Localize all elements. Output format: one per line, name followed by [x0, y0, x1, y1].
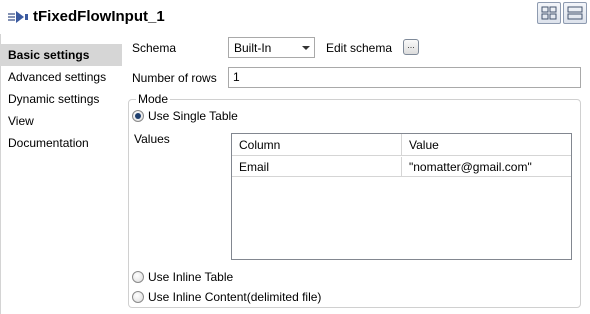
table-row[interactable]: Email "nomatter@gmail.com"	[232, 157, 571, 177]
mode-label: Mode	[136, 92, 171, 106]
table-header: Column Value	[232, 134, 571, 156]
column-header-column[interactable]: Column	[232, 134, 402, 156]
table-cell-value[interactable]: "nomatter@gmail.com"	[402, 157, 571, 177]
edit-schema-label: Edit schema	[326, 41, 393, 55]
use-inline-table-label[interactable]: Use Inline Table	[148, 270, 233, 284]
values-table[interactable]: Column Value Email "nomatter@gmail.com"	[231, 133, 572, 260]
component-title: tFixedFlowInput_1	[33, 8, 165, 25]
schema-select[interactable]: Built-In	[228, 37, 315, 58]
chevron-down-icon	[302, 46, 310, 50]
use-single-table-label[interactable]: Use Single Table	[148, 109, 238, 123]
schema-label: Schema	[132, 41, 177, 55]
use-inline-content-label[interactable]: Use Inline Content(delimited file)	[148, 290, 321, 304]
settings-sidebar: Basic settings Advanced settings Dynamic…	[0, 44, 122, 154]
sidebar-item-view[interactable]: View	[0, 110, 122, 132]
sidebar-item-documentation[interactable]: Documentation	[0, 132, 122, 154]
sidebar-item-advanced-settings[interactable]: Advanced settings	[0, 66, 122, 88]
flow-input-icon	[6, 8, 30, 26]
table-cell-column[interactable]: Email	[232, 157, 402, 177]
column-header-value[interactable]: Value	[402, 134, 571, 156]
sidebar-item-dynamic-settings[interactable]: Dynamic settings	[0, 88, 122, 110]
grid-view-button[interactable]	[537, 2, 561, 24]
use-single-table-radio[interactable]	[132, 110, 144, 122]
number-of-rows-input[interactable]: 1	[228, 67, 581, 88]
title-bar: tFixedFlowInput_1	[0, 0, 590, 34]
use-inline-content-radio[interactable]	[132, 291, 144, 303]
schema-select-value: Built-In	[234, 41, 272, 55]
values-label: Values	[134, 132, 170, 146]
grid-view-icon	[541, 6, 557, 20]
list-view-icon	[567, 6, 583, 20]
list-view-button[interactable]	[563, 2, 587, 24]
rows-label: Number of rows	[132, 71, 217, 85]
use-inline-table-radio[interactable]	[132, 271, 144, 283]
edit-schema-button[interactable]: ...	[403, 39, 419, 55]
sidebar-item-basic-settings[interactable]: Basic settings	[0, 44, 122, 66]
